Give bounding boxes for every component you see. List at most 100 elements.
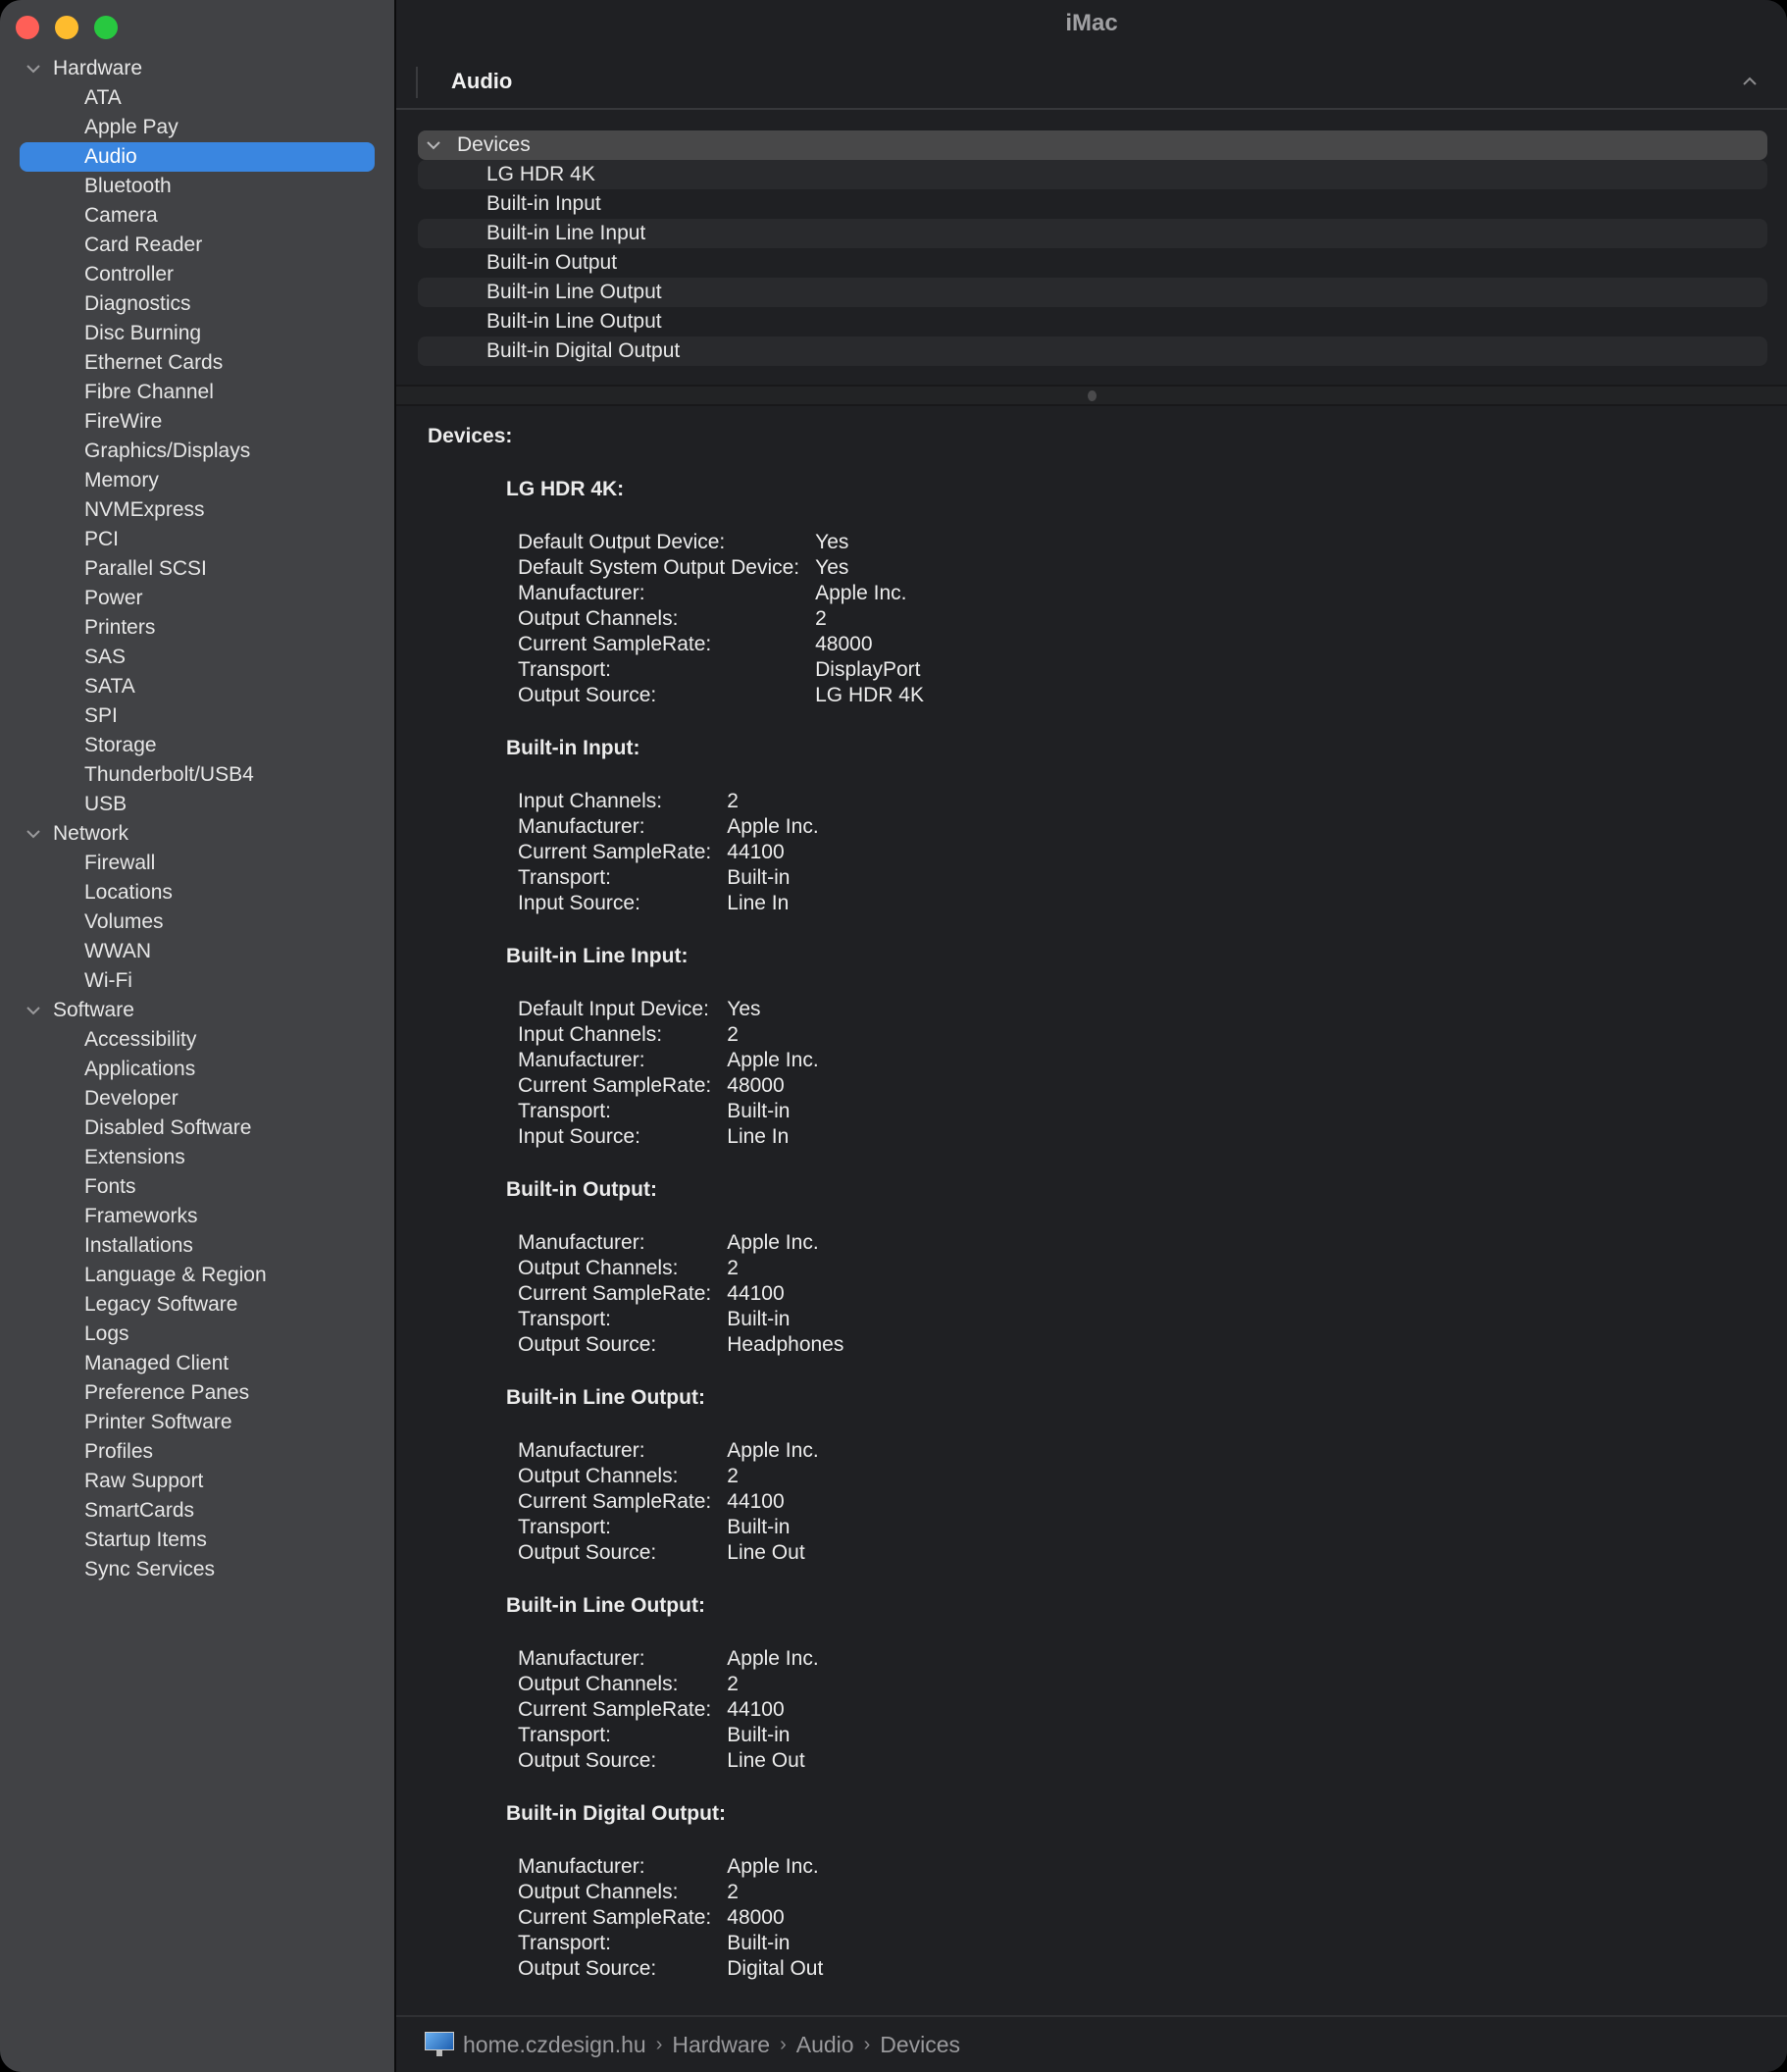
sidebar-item-raw-support[interactable]: Raw Support [20, 1467, 375, 1496]
sidebar-item-disc-burning[interactable]: Disc Burning [20, 319, 375, 348]
sidebar-item-locations[interactable]: Locations [20, 878, 375, 907]
tree-row[interactable]: Built-in Line Input [418, 219, 1767, 248]
sidebar-item-firewire[interactable]: FireWire [20, 407, 375, 437]
sidebar-item-fonts[interactable]: Fonts [20, 1172, 375, 1202]
sidebar-item-startup-items[interactable]: Startup Items [20, 1526, 375, 1555]
property-value: 2 [727, 1881, 739, 1903]
sidebar-item-language-region[interactable]: Language & Region [20, 1261, 375, 1290]
chevron-down-icon[interactable] [26, 829, 45, 839]
chevron-down-icon[interactable] [26, 64, 45, 74]
property-value: Apple Inc. [815, 582, 907, 604]
sidebar-item-accessibility[interactable]: Accessibility [20, 1025, 375, 1055]
device-section: Built-in Line Input: Default Input Device… [506, 944, 1767, 1150]
breadcrumb-item[interactable]: Audio [796, 2032, 854, 2058]
sidebar-item-spi[interactable]: SPI [20, 701, 375, 731]
breadcrumb-item[interactable]: home.czdesign.hu [463, 2032, 646, 2058]
sidebar-item-volumes[interactable]: Volumes [20, 907, 375, 937]
tree-row[interactable]: Built-in Output [418, 248, 1767, 278]
device-name: Built-in Input: [506, 737, 640, 759]
property-value: 48000 [727, 1074, 785, 1097]
sidebar-group-hardware[interactable]: Hardware [0, 54, 394, 83]
window-controls [16, 16, 118, 39]
sidebar-item-logs[interactable]: Logs [20, 1320, 375, 1349]
device-name: Built-in Line Output: [506, 1594, 705, 1617]
pane-splitter[interactable] [396, 385, 1787, 406]
sidebar-item-installations[interactable]: Installations [20, 1231, 375, 1261]
sidebar-item-developer[interactable]: Developer [20, 1084, 375, 1114]
sidebar-item-audio[interactable]: Audio [20, 142, 375, 172]
device-name: Built-in Output: [506, 1178, 657, 1201]
property-label: Current SampleRate: [518, 1074, 712, 1097]
property-label: Input Channels: [518, 1023, 663, 1046]
sidebar-item-disabled-software[interactable]: Disabled Software [20, 1114, 375, 1143]
sidebar-item-graphics-displays[interactable]: Graphics/Displays [20, 437, 375, 466]
sidebar-item-smartcards[interactable]: SmartCards [20, 1496, 375, 1526]
sidebar-item-ethernet-cards[interactable]: Ethernet Cards [20, 348, 375, 378]
tree-row[interactable]: Built-in Line Output [418, 278, 1767, 307]
close-button[interactable] [16, 16, 39, 39]
sidebar-item-sync-services[interactable]: Sync Services [20, 1555, 375, 1584]
tree-row[interactable]: Built-in Digital Output [418, 337, 1767, 366]
sidebar-item-nvmexpress[interactable]: NVMExpress [20, 495, 375, 525]
sidebar-group-software[interactable]: Software [0, 996, 394, 1025]
sidebar-item-profiles[interactable]: Profiles [20, 1437, 375, 1467]
minimize-button[interactable] [55, 16, 78, 39]
sidebar-item-parallel-scsi[interactable]: Parallel SCSI [20, 554, 375, 584]
sidebar-item-firewall[interactable]: Firewall [20, 849, 375, 878]
sidebar-item-frameworks[interactable]: Frameworks [20, 1202, 375, 1231]
sidebar-item-camera[interactable]: Camera [20, 201, 375, 231]
sidebar-item-thunderbolt-usb4[interactable]: Thunderbolt/USB4 [20, 760, 375, 790]
sidebar-item-usb[interactable]: USB [20, 790, 375, 819]
property-label: Transport: [518, 1932, 611, 1954]
tree-row[interactable]: LG HDR 4K [418, 160, 1767, 189]
sidebar-item-sas[interactable]: SAS [20, 643, 375, 672]
property-value: Line In [727, 1125, 790, 1148]
sidebar-item-pci[interactable]: PCI [20, 525, 375, 554]
property-value: Yes [815, 531, 849, 553]
sidebar-item-printer-software[interactable]: Printer Software [20, 1408, 375, 1437]
property-label: Manufacturer: [518, 1231, 645, 1254]
sidebar-item-preference-panes[interactable]: Preference Panes [20, 1378, 375, 1408]
sidebar-item-applications[interactable]: Applications [20, 1055, 375, 1084]
sidebar-item-wwan[interactable]: WWAN [20, 937, 375, 966]
sidebar-item-storage[interactable]: Storage [20, 731, 375, 760]
sidebar-item-fibre-channel[interactable]: Fibre Channel [20, 378, 375, 407]
sidebar-item-sata[interactable]: SATA [20, 672, 375, 701]
section-title[interactable]: Audio [451, 69, 512, 94]
tree-row-devices[interactable]: Devices [418, 130, 1767, 160]
property-value: Apple Inc. [727, 1439, 819, 1462]
breadcrumb-item[interactable]: Devices [880, 2032, 960, 2058]
property-list: Input Channels: 2 Manufacturer: Apple Inc. C… [518, 789, 1767, 916]
sidebar-item-card-reader[interactable]: Card Reader [20, 231, 375, 260]
sidebar-item-controller[interactable]: Controller [20, 260, 375, 289]
chevron-down-icon[interactable] [26, 1006, 45, 1015]
sidebar-item-ata[interactable]: ATA [20, 83, 375, 113]
breadcrumb-separator-icon: › [780, 2033, 787, 2055]
chevron-down-icon[interactable] [426, 140, 445, 150]
chevron-up-icon[interactable] [1742, 71, 1758, 91]
sidebar-item-diagnostics[interactable]: Diagnostics [20, 289, 375, 319]
property-list: Manufacturer: Apple Inc. Output Channels: 2… [518, 1438, 1767, 1566]
device-section: LG HDR 4K: Default Output Device: Yes Defau… [506, 477, 1767, 708]
sidebar-item-power[interactable]: Power [20, 584, 375, 613]
sidebar-item-bluetooth[interactable]: Bluetooth [20, 172, 375, 201]
sidebar-item-managed-client[interactable]: Managed Client [20, 1349, 375, 1378]
sidebar-item-memory[interactable]: Memory [20, 466, 375, 495]
zoom-button[interactable] [94, 16, 118, 39]
sidebar-item-apple-pay[interactable]: Apple Pay [20, 113, 375, 142]
sidebar-group-network[interactable]: Network [0, 819, 394, 849]
breadcrumb-item[interactable]: Hardware [672, 2032, 770, 2058]
tree-row[interactable]: Built-in Line Output [418, 307, 1767, 337]
property-value: Line Out [727, 1749, 805, 1772]
tree-row[interactable]: Built-in Input [418, 189, 1767, 219]
sidebar-item-extensions[interactable]: Extensions [20, 1143, 375, 1172]
property-label: Output Channels: [518, 1881, 679, 1903]
sidebar-item-printers[interactable]: Printers [20, 613, 375, 643]
property-label: Output Channels: [518, 1257, 679, 1279]
property-label: Output Channels: [518, 607, 679, 630]
device-section: Built-in Output: Manufacturer: Apple Inc. O… [506, 1177, 1767, 1358]
splitter-grip[interactable] [1088, 390, 1097, 401]
sidebar-item-legacy-software[interactable]: Legacy Software [20, 1290, 375, 1320]
sidebar-item-wi-fi[interactable]: Wi-Fi [20, 966, 375, 996]
property-label: Default Input Device: [518, 998, 709, 1020]
